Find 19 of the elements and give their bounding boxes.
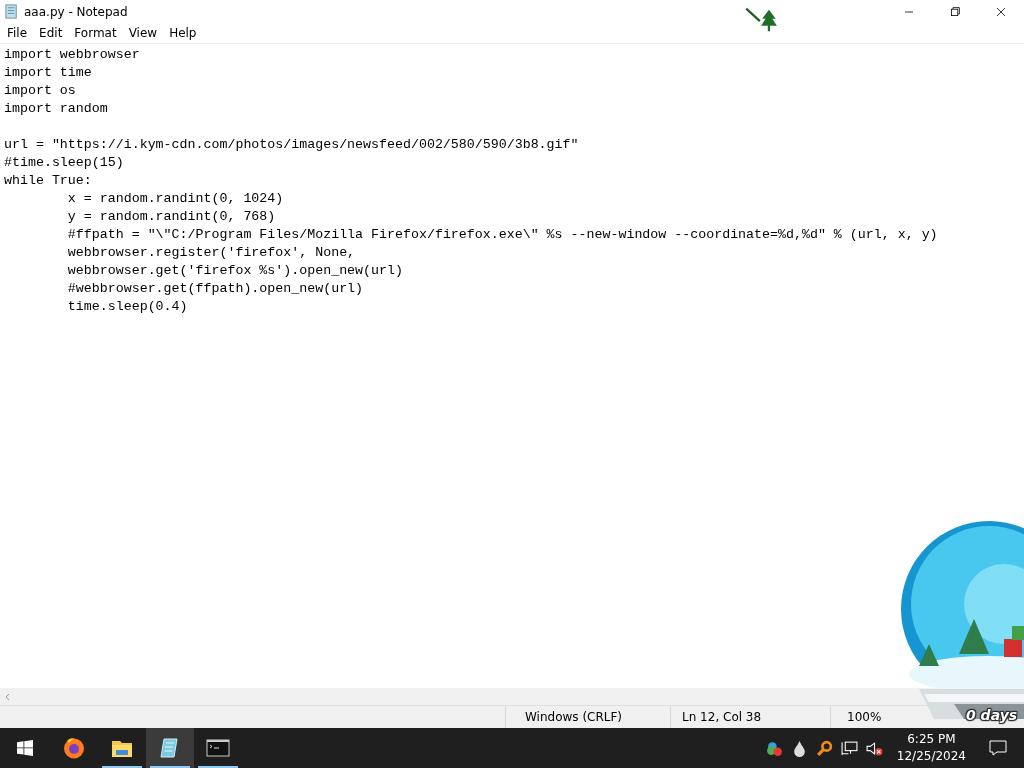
network-icon[interactable] <box>840 739 858 757</box>
menu-item[interactable]: Help <box>163 26 203 40</box>
windows-icon <box>17 740 33 756</box>
zoom-level-text: 100% <box>846 709 882 726</box>
notepad-icon <box>4 4 19 19</box>
magnifier-icon[interactable] <box>815 739 833 757</box>
clock[interactable]: 6:25 PM 12/25/2024 <box>890 731 972 765</box>
menu-item[interactable]: Format <box>68 26 123 40</box>
menu-item[interactable]: View <box>122 26 164 40</box>
terminal-icon <box>206 736 230 760</box>
menu-item[interactable]: Edit <box>33 26 69 40</box>
window-title: aaa.py - Notepad <box>24 4 128 19</box>
muted-speaker-icon[interactable] <box>865 739 883 757</box>
code-text: import webbrowser import time import os import random url = "https://i.kym-cdn.com/photos/images/newsfeed/002/580/590/3b8.gif" #time.sleep(15) while True: x = random.randint(0, 1024) y = random.randint(0, 768) #ffpath = "\"C:/Program Files/Mozilla Firefox/firefox.exe\" %s --new-window --coordinate=%d,%d" % (url, x, y) webbrowser.register('firefox', None, webbrowser.get('firefox %s').open_new(url) #webbrowser.get(ffpath).open_new(url) time.sleep(0.4) <box>4 46 938 316</box>
menu-item[interactable]: File <box>1 26 34 40</box>
browser-icon <box>62 736 86 760</box>
notification-icon[interactable] <box>988 738 1008 758</box>
days-counter-text: 0 days <box>966 707 1018 723</box>
taskbar-app-button[interactable] <box>146 728 194 768</box>
